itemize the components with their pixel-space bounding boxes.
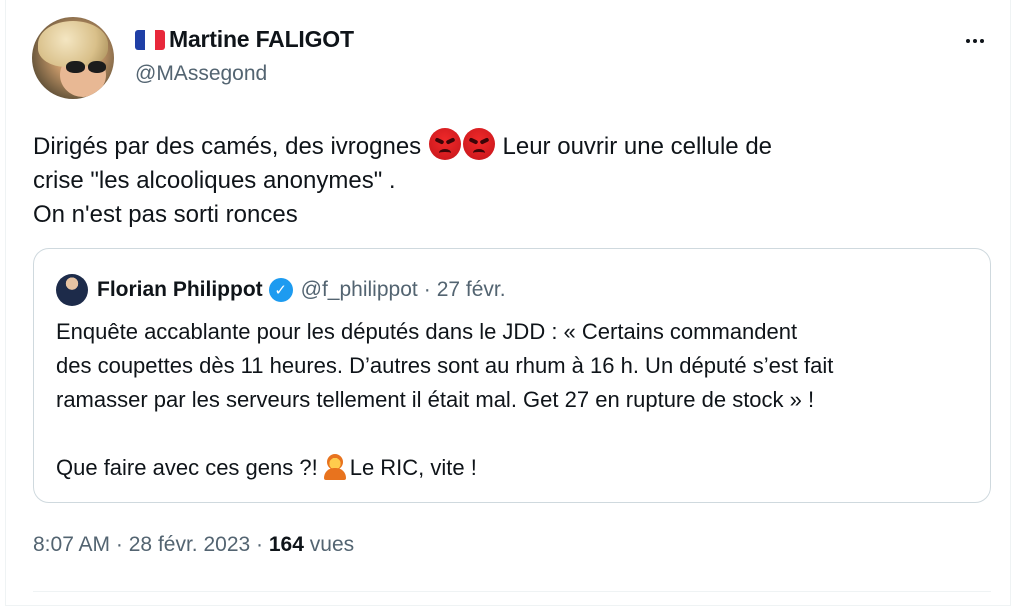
author-name[interactable]: Martine FALIGOT xyxy=(169,26,354,53)
separator-dot: · xyxy=(256,533,264,556)
tweet-line-1: Dirigés par des camés, des ivrognes Leur… xyxy=(33,128,993,164)
verified-badge-icon: ✓ xyxy=(268,278,293,302)
person-raising-hand-icon xyxy=(323,454,346,480)
tweet-time[interactable]: 8:07 AM xyxy=(33,533,110,556)
views-label: vues xyxy=(309,533,355,556)
quoted-author-handle[interactable]: @f_philippot xyxy=(301,278,418,302)
tweet-line-3: On n'est pas sorti ronces xyxy=(33,201,298,228)
angry-face-icon xyxy=(462,128,495,160)
divider xyxy=(33,591,991,592)
french-flag-icon xyxy=(135,29,165,50)
quoted-text-segment: Le RIC, vite ! xyxy=(349,455,477,480)
quoted-tweet-header: Florian Philippot ✓ @f_philippot · 27 fé… xyxy=(56,274,506,306)
quoted-text-segment: Que faire avec ces gens ?! xyxy=(56,455,318,480)
quoted-line-4: Que faire avec ces gens ?! Le RIC, vite ! xyxy=(56,451,976,485)
author-avatar[interactable] xyxy=(32,17,114,99)
tweet-text: Dirigés par des camés, des ivrognes Leur… xyxy=(33,128,993,232)
avatar-sunglasses xyxy=(66,61,106,73)
separator-dot: · xyxy=(115,533,123,556)
quoted-tweet-date[interactable]: 27 févr. xyxy=(437,278,506,302)
quoted-tweet-text: Enquête accablante pour les députés dans… xyxy=(56,315,976,485)
tweet-text-segment: Dirigés par des camés, des ivrognes xyxy=(33,133,422,160)
angry-face-icon xyxy=(428,128,461,160)
quoted-author-name[interactable]: Florian Philippot xyxy=(97,278,263,302)
tweet-text-segment: Leur ouvrir une cellule de xyxy=(502,133,773,160)
separator-dot: · xyxy=(423,278,431,301)
author-name-row[interactable]: Martine FALIGOT xyxy=(135,26,354,53)
view-count: 164 xyxy=(268,533,304,556)
more-options-icon[interactable] xyxy=(958,26,992,56)
tweet-date[interactable]: 28 févr. 2023 xyxy=(129,533,250,556)
tweet-line-2: crise "les alcooliques anonymes" . xyxy=(33,167,396,194)
quoted-line-3: ramasser par les serveurs tellement il é… xyxy=(56,387,815,412)
quoted-line-2: des coupettes dès 11 heures. D’autres so… xyxy=(56,353,834,378)
quoted-author-avatar[interactable] xyxy=(56,274,88,306)
author-handle[interactable]: @MAssegond xyxy=(135,62,267,86)
tweet-meta: 8:07 AM · 28 févr. 2023 · 164 vues xyxy=(33,533,354,557)
quoted-line-1: Enquête accablante pour les députés dans… xyxy=(56,319,798,344)
quoted-tweet[interactable]: Florian Philippot ✓ @f_philippot · 27 fé… xyxy=(33,248,991,503)
